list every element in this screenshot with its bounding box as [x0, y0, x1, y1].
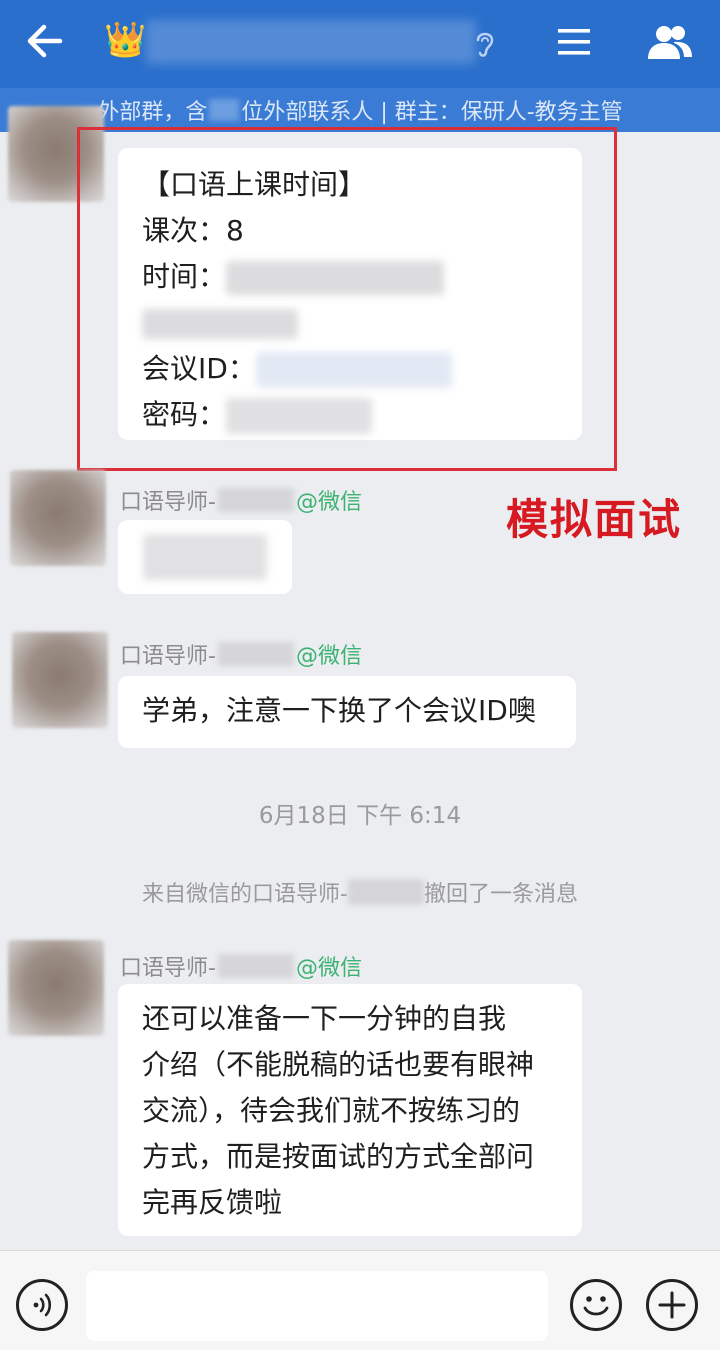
sender-name-redacted: [217, 488, 294, 512]
hamburger-menu-icon: [558, 29, 590, 55]
message-redacted: [143, 534, 267, 580]
sender-name: 口语导师- @微信: [120, 638, 362, 670]
message-text: 学弟，注意一下换了个会议ID噢: [142, 694, 536, 727]
message-bubble[interactable]: [118, 520, 292, 594]
group-info-prefix: 外部群，含: [97, 100, 208, 125]
message-bubble[interactable]: 学弟，注意一下换了个会议ID噢: [118, 676, 576, 748]
wechat-tag: @微信: [295, 956, 362, 981]
recall-notice: 来自微信的口语导师- 撤回了一条消息: [0, 876, 720, 908]
menu-button[interactable]: [550, 20, 598, 64]
message-line: 还可以准备一下一分钟的自我: [142, 1002, 507, 1035]
avatar[interactable]: [12, 632, 108, 728]
wechat-tag: @微信: [295, 644, 362, 669]
avatar[interactable]: [10, 470, 106, 566]
sender-prefix: 口语导师-: [120, 956, 216, 981]
sender-prefix: 口语导师-: [120, 490, 216, 515]
group-info-bar[interactable]: 外部群，含 位外部联系人 | 群主：保研人-教务主管: [0, 88, 720, 132]
more-button[interactable]: [646, 1279, 698, 1331]
sender-name: 口语导师- @微信: [120, 950, 362, 982]
recall-prefix: 来自微信的口语导师-: [142, 882, 348, 907]
wechat-tag: @微信: [295, 490, 362, 515]
group-info-suffix: 位外部联系人 | 群主：保研人-教务主管: [241, 100, 623, 125]
sender-name-redacted: [217, 954, 294, 978]
member-count-redacted: [209, 99, 240, 121]
group-name-redacted: [146, 20, 476, 64]
highlight-box: [77, 127, 617, 471]
plus-icon: [658, 1291, 686, 1319]
sender-name: 口语导师- @微信: [120, 484, 362, 516]
ear-icon: [476, 32, 494, 57]
timestamp: 6月18日 下午 6:14: [258, 803, 462, 829]
back-button[interactable]: [18, 18, 70, 64]
crown-icon: 👑: [104, 20, 147, 60]
people-icon: [648, 26, 692, 59]
group-members-button[interactable]: [640, 18, 700, 66]
input-bar: [0, 1250, 720, 1350]
message-input[interactable]: [86, 1271, 548, 1341]
sender-name-redacted: [347, 879, 424, 905]
annotation-stamp: 模拟面试: [506, 495, 683, 544]
voice-input-button[interactable]: [16, 1279, 68, 1331]
message-line: 介绍（不能脱稿的话也要有眼神: [142, 1048, 535, 1081]
sender-prefix: 口语导师-: [120, 644, 216, 669]
voice-icon: [33, 1293, 52, 1317]
message-line: 交流），待会我们就不按练习的: [142, 1094, 521, 1127]
chat-header: 👑: [0, 0, 720, 88]
emoji-button[interactable]: [570, 1279, 622, 1331]
arrow-left-icon: [27, 24, 63, 58]
sender-name-redacted: [217, 642, 294, 666]
message-line: 完再反馈啦: [142, 1186, 283, 1219]
message-bubble[interactable]: 还可以准备一下一分钟的自我 介绍（不能脱稿的话也要有眼神 交流），待会我们就不按…: [118, 984, 582, 1236]
smiley-icon: [583, 1296, 609, 1316]
avatar[interactable]: [8, 940, 104, 1036]
message-line: 方式，而是按面试的方式全部问: [142, 1140, 535, 1173]
recall-suffix: 撤回了一条消息: [423, 882, 578, 907]
